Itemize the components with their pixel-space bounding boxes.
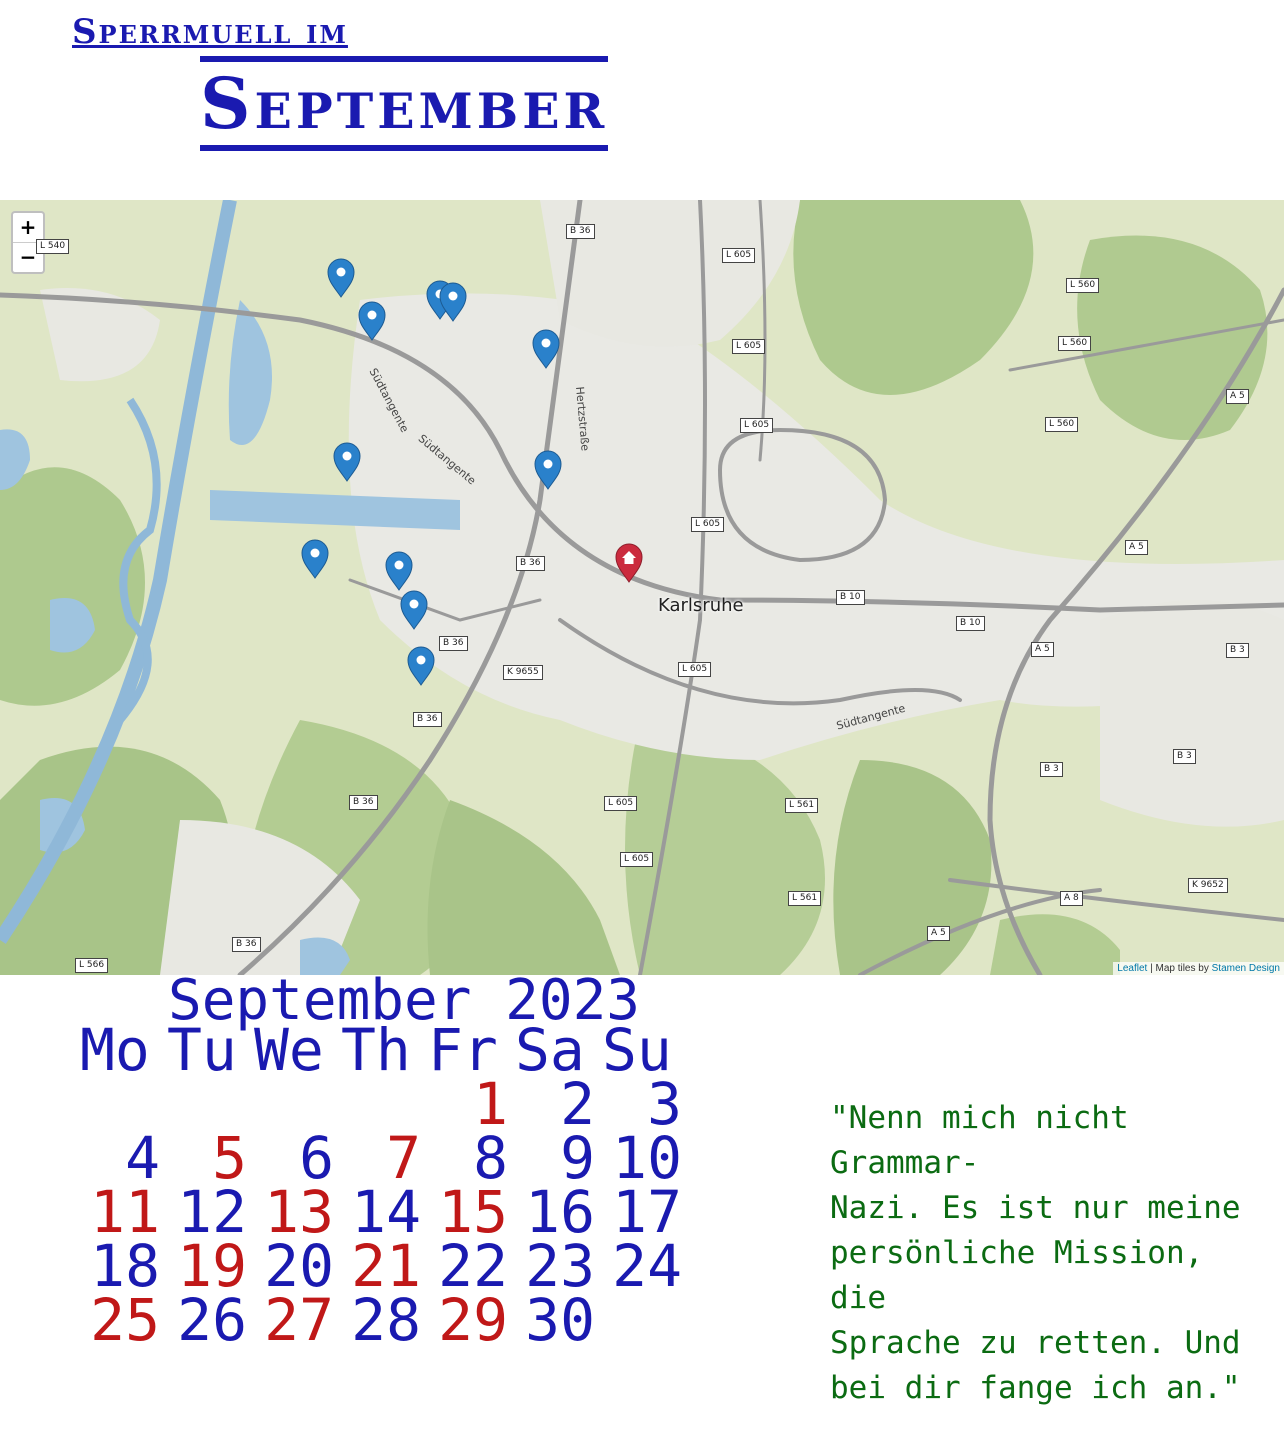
calendar-day: 7 — [386, 1124, 421, 1192]
map-marker[interactable] — [400, 590, 428, 630]
calendar-day: 5 — [212, 1124, 247, 1192]
calendar-day: 26 — [177, 1286, 247, 1354]
weekday-header: Tu — [167, 1016, 237, 1084]
calendar-day: 3 — [647, 1070, 682, 1138]
map-marker[interactable] — [327, 258, 355, 298]
calendar-day: 10 — [612, 1124, 682, 1192]
weekday-header: We — [254, 1016, 324, 1084]
calendar-day: 17 — [612, 1178, 682, 1246]
calendar-day: 6 — [299, 1124, 334, 1192]
map-marker[interactable] — [532, 329, 560, 369]
calendar-day: 8 — [473, 1124, 508, 1192]
map-marker[interactable] — [439, 282, 467, 322]
header-line-2: September — [200, 56, 609, 151]
calendar-day: 9 — [560, 1124, 595, 1192]
calendar-day: 28 — [351, 1286, 421, 1354]
calendar-day: 4 — [125, 1124, 160, 1192]
leaflet-link[interactable]: Leaflet — [1117, 963, 1147, 974]
quote-line: Nazi. Es ist nur meine — [830, 1190, 1241, 1226]
weekday-header: Mo — [80, 1016, 150, 1084]
map-marker[interactable] — [301, 539, 329, 579]
map-marker[interactable] — [385, 551, 413, 591]
calendar-day: 29 — [438, 1286, 508, 1354]
map-marker[interactable] — [333, 442, 361, 482]
stamen-link[interactable]: Stamen Design — [1212, 963, 1280, 974]
calendar-day: 15 — [438, 1178, 508, 1246]
calendar-day: 20 — [264, 1232, 334, 1300]
quote-text: "Nenn mich nicht Grammar- Nazi. Es ist nu… — [830, 1096, 1270, 1411]
attribution-text: | Map tiles by — [1147, 963, 1212, 974]
calendar-day: 14 — [351, 1178, 421, 1246]
calendar-day: 19 — [177, 1232, 247, 1300]
calendar-day: 16 — [525, 1178, 595, 1246]
quote-line: bei dir fange ich an." — [830, 1370, 1241, 1406]
map-marker[interactable] — [534, 450, 562, 490]
marker-layer — [301, 258, 643, 686]
calendar-day: 24 — [612, 1232, 682, 1300]
calendar-day: 12 — [177, 1178, 247, 1246]
quote-line: Sprache zu retten. Und — [830, 1325, 1241, 1361]
map-view[interactable]: + − L 540 B 36 L 605 L 560 L 605 L 560 L… — [0, 200, 1284, 975]
quote-line: persönliche Mission, die — [830, 1235, 1204, 1316]
weekday-header: Th — [341, 1016, 411, 1084]
quote-line: "Nenn mich nicht Grammar- — [830, 1100, 1129, 1181]
calendar-day: 21 — [351, 1232, 421, 1300]
calendar-day: 22 — [438, 1232, 508, 1300]
calendar-day: 13 — [264, 1178, 334, 1246]
calendar-day: 18 — [90, 1232, 160, 1300]
calendar-day: 1 — [473, 1070, 508, 1138]
weekday-header: Fr — [428, 1016, 498, 1084]
calendar-day: 30 — [525, 1286, 595, 1354]
header-line-1: Sperrmuell im — [72, 12, 348, 52]
calendar-day: 2 — [560, 1070, 595, 1138]
map-marker[interactable] — [407, 646, 435, 686]
calendar-day: 11 — [90, 1178, 160, 1246]
home-marker[interactable] — [615, 543, 643, 583]
calendar-day: 27 — [264, 1286, 334, 1354]
weekday-header: Sa — [515, 1016, 585, 1084]
weekday-header: Su — [602, 1016, 672, 1084]
header-month: September — [200, 56, 609, 151]
calendar-day: 25 — [90, 1286, 160, 1354]
map-marker[interactable] — [358, 301, 386, 341]
map-attribution: Leaflet | Map tiles by Stamen Design — [1113, 962, 1284, 975]
calendar-day: 23 — [525, 1232, 595, 1300]
